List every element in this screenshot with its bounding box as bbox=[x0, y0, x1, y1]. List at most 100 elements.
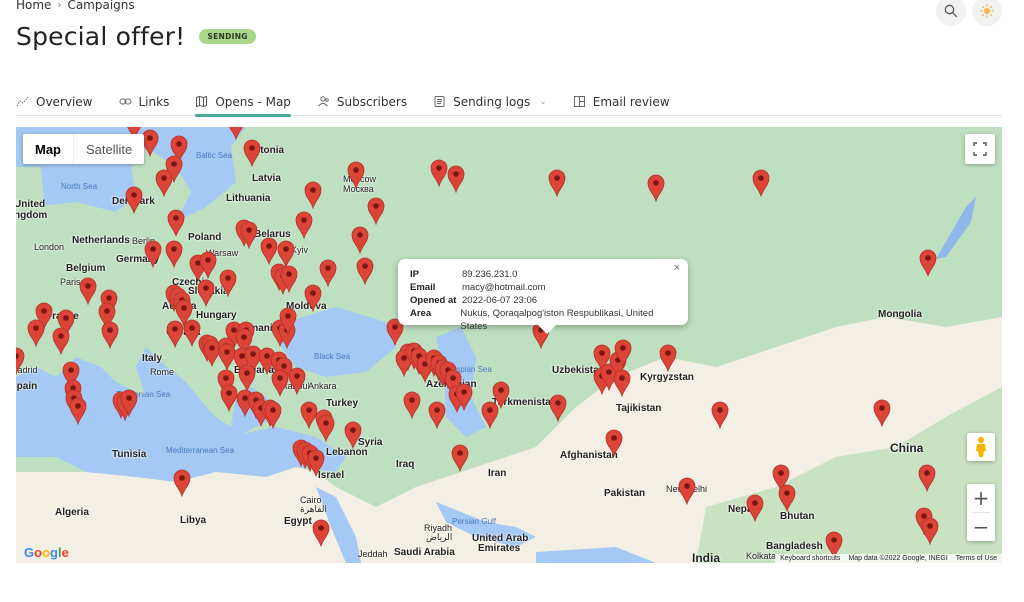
breadcrumb-campaigns[interactable]: Campaigns bbox=[67, 0, 134, 12]
map-marker[interactable] bbox=[295, 211, 313, 240]
map-marker[interactable] bbox=[548, 169, 566, 198]
map-marker[interactable] bbox=[367, 197, 385, 226]
fullscreen-button[interactable] bbox=[965, 134, 995, 164]
map-pin-icon bbox=[52, 327, 70, 356]
map-marker[interactable] bbox=[304, 284, 322, 313]
map-pin-icon bbox=[199, 251, 217, 280]
map-marker[interactable] bbox=[52, 327, 70, 356]
map-marker[interactable] bbox=[319, 259, 337, 288]
map-marker[interactable] bbox=[125, 186, 143, 215]
map-marker[interactable] bbox=[447, 165, 465, 194]
map-marker[interactable] bbox=[317, 414, 335, 443]
label-india: India bbox=[692, 551, 721, 563]
map-marker[interactable] bbox=[144, 240, 162, 269]
map-marker[interactable] bbox=[238, 364, 256, 393]
map-marker[interactable] bbox=[659, 344, 677, 373]
map-marker[interactable] bbox=[166, 320, 184, 349]
map-marker[interactable] bbox=[430, 159, 448, 188]
map-marker[interactable] bbox=[678, 477, 696, 506]
opens-map[interactable]: North Sea United ngdom Denmark Baltic Se… bbox=[16, 127, 1002, 563]
map-marker[interactable] bbox=[451, 444, 469, 473]
tab-email-review-label: Email review bbox=[592, 94, 670, 109]
map-type-control: Map Satellite bbox=[23, 134, 145, 164]
info-key: Area bbox=[410, 308, 432, 319]
map-pin-icon bbox=[144, 240, 162, 269]
map-marker[interactable] bbox=[919, 249, 937, 278]
map-marker[interactable] bbox=[614, 339, 632, 368]
map-type-satellite-button[interactable]: Satellite bbox=[73, 134, 144, 164]
map-marker[interactable] bbox=[167, 209, 185, 238]
label-pakistan: Pakistan bbox=[604, 488, 646, 499]
close-icon[interactable]: × bbox=[674, 262, 680, 274]
map-marker[interactable] bbox=[165, 240, 183, 269]
map-marker[interactable] bbox=[197, 279, 215, 308]
label-algeria: Algeria bbox=[55, 507, 89, 518]
label-uk: United bbox=[16, 199, 46, 210]
terms-link[interactable]: Terms of Use bbox=[956, 555, 997, 562]
map-marker[interactable] bbox=[613, 369, 631, 398]
map-marker[interactable] bbox=[549, 394, 567, 423]
tab-opens-map[interactable]: Opens - Map bbox=[195, 88, 291, 117]
map-pin-icon bbox=[356, 257, 374, 286]
tab-sending-logs[interactable]: Sending logs ⌄ bbox=[433, 88, 547, 115]
theme-toggle-button[interactable] bbox=[972, 0, 1002, 26]
map-marker[interactable] bbox=[873, 399, 891, 428]
search-button[interactable] bbox=[936, 0, 966, 26]
map-pin-icon bbox=[428, 401, 446, 430]
map-marker[interactable] bbox=[344, 421, 362, 450]
map-marker[interactable] bbox=[173, 469, 191, 498]
map-marker[interactable] bbox=[101, 321, 119, 350]
keyboard-shortcuts-link[interactable]: Keyboard shortcuts bbox=[780, 555, 840, 562]
info-value: 89.236.231.0 bbox=[462, 269, 518, 280]
map-type-map-button[interactable]: Map bbox=[23, 134, 73, 164]
tab-overview[interactable]: Overview bbox=[16, 88, 93, 115]
map-marker[interactable] bbox=[260, 237, 278, 266]
map-pin-icon bbox=[778, 484, 796, 513]
breadcrumb-home[interactable]: Home bbox=[16, 0, 51, 12]
map-marker[interactable] bbox=[279, 307, 297, 336]
street-view-button[interactable] bbox=[967, 433, 995, 461]
info-key: Opened at bbox=[410, 295, 457, 306]
label-kolkata: Kolkata bbox=[746, 551, 777, 561]
map-marker[interactable] bbox=[351, 226, 369, 255]
map-marker[interactable] bbox=[243, 139, 261, 168]
zoom-in-button[interactable]: + bbox=[973, 484, 990, 512]
map-marker[interactable] bbox=[347, 161, 365, 190]
map-marker[interactable] bbox=[711, 401, 729, 430]
map-marker[interactable] bbox=[280, 265, 298, 294]
map-marker[interactable] bbox=[16, 347, 25, 376]
map-marker[interactable] bbox=[120, 389, 138, 418]
map-marker[interactable] bbox=[288, 367, 306, 396]
map-marker[interactable] bbox=[219, 269, 237, 298]
map-marker[interactable] bbox=[356, 257, 374, 286]
map-marker[interactable] bbox=[605, 429, 623, 458]
map-marker[interactable] bbox=[312, 519, 330, 548]
map-marker[interactable] bbox=[403, 391, 421, 420]
map-marker[interactable] bbox=[27, 319, 45, 348]
map-pin-icon bbox=[752, 169, 770, 198]
tab-subscribers[interactable]: Subscribers bbox=[317, 88, 407, 115]
map-marker[interactable] bbox=[921, 517, 939, 546]
map-marker[interactable] bbox=[304, 181, 322, 210]
map-marker[interactable] bbox=[69, 397, 87, 426]
map-marker[interactable] bbox=[455, 383, 473, 412]
map-marker[interactable] bbox=[264, 401, 282, 430]
map-marker[interactable] bbox=[778, 484, 796, 513]
map-marker[interactable] bbox=[79, 277, 97, 306]
map-marker[interactable] bbox=[752, 169, 770, 198]
map-marker[interactable] bbox=[155, 169, 173, 198]
map-marker[interactable] bbox=[271, 369, 289, 398]
map-marker[interactable] bbox=[428, 401, 446, 430]
map-marker[interactable] bbox=[307, 449, 325, 478]
zoom-out-button[interactable]: − bbox=[973, 513, 990, 541]
map-marker[interactable] bbox=[199, 251, 217, 280]
tab-email-review[interactable]: Email review bbox=[573, 88, 670, 115]
map-marker[interactable] bbox=[746, 494, 764, 523]
map-marker[interactable] bbox=[492, 381, 510, 410]
map-marker[interactable] bbox=[918, 464, 936, 493]
map-marker[interactable] bbox=[647, 174, 665, 203]
map-marker[interactable] bbox=[240, 221, 258, 250]
tab-links[interactable]: Links bbox=[119, 88, 169, 115]
map-pin-icon bbox=[120, 389, 138, 418]
chevron-down-icon: ⌄ bbox=[539, 96, 547, 107]
